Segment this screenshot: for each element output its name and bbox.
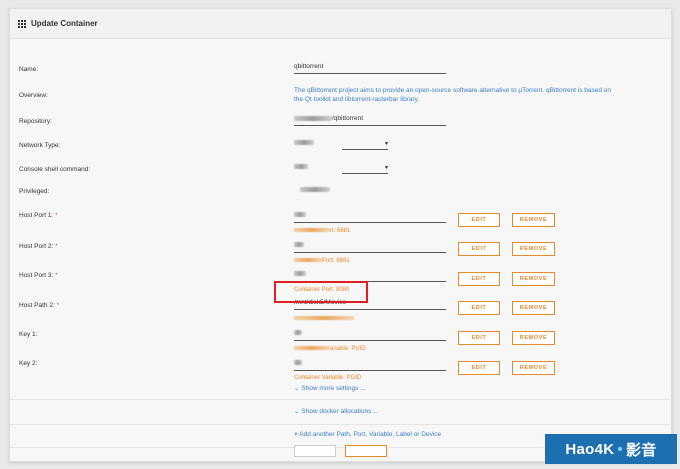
caret-down-icon: ▼ [384,141,389,147]
edit-button[interactable]: EDIT [458,272,500,286]
key-2-hint: Container Variable: PGID [294,375,362,381]
host-path-2-hint [294,316,354,322]
redacted-text [294,211,306,217]
network-type-label: Network Type: [19,142,61,149]
repository-input[interactable]: /qbittorrent [294,115,446,126]
divider [10,399,671,400]
redacted-text [294,163,308,169]
grid-icon [18,19,26,28]
edit-button[interactable]: EDIT [458,361,500,375]
edit-button[interactable]: EDIT [458,213,500,227]
divider [10,424,671,425]
redacted-text [294,359,302,365]
panel-title: Update Container [31,19,98,28]
redacted-text [294,241,304,247]
host-port-2-label: Host Port 2: * [19,243,58,250]
redacted-text [300,186,330,192]
host-port-2-hint: Port: 6881 [294,258,350,264]
key-2-input[interactable] [294,359,446,371]
network-type-select[interactable]: ▼ [294,139,389,150]
watermark-logo: Hao4K • 影音 [545,434,677,464]
redacted-text [294,115,332,121]
remove-button[interactable]: REMOVE [512,272,555,286]
chevron-down-icon: ⌄ [294,385,300,392]
redacted-text [294,329,302,335]
key-1-input[interactable] [294,329,446,341]
remove-button[interactable]: REMOVE [512,301,555,315]
remove-button[interactable]: REMOVE [512,242,555,256]
repository-label: Repository: [19,118,52,125]
name-label: Name: [19,66,39,73]
form-content: Name: qbittorrent Overview: The qBittorr… [10,39,671,461]
privileged-toggle[interactable] [300,186,330,193]
edit-button[interactable]: EDIT [458,331,500,345]
remove-button[interactable]: REMOVE [512,213,555,227]
edit-button[interactable]: EDIT [458,301,500,315]
update-container-panel: Update Container Name: qbittorrent Overv… [9,8,672,462]
redacted-text [294,139,314,145]
remove-button[interactable]: REMOVE [512,331,555,345]
key-1-hint: ariable: PUID [294,346,366,352]
overview-label: Overview: [19,92,48,99]
repository-value: /qbittorrent [332,115,364,122]
apply-button[interactable] [294,445,336,457]
plus-icon: + [294,431,298,438]
remove-button[interactable]: REMOVE [512,361,555,375]
highlight-box [274,281,368,303]
edit-button[interactable]: EDIT [458,242,500,256]
chevron-down-icon: ⌄ [294,408,300,415]
privileged-label: Privileged: [19,188,50,195]
console-select[interactable]: ▼ [294,163,389,174]
console-label: Console shell command: [19,166,91,173]
caret-down-icon: ▼ [384,165,389,171]
host-path-2-label: Host Path 2: * [19,302,60,309]
host-port-1-input[interactable] [294,211,446,223]
show-more-settings-link[interactable]: ⌄ Show more settings ... [294,384,366,392]
show-docker-allocations-link[interactable]: ⌄ Show docker allocations ... [294,407,379,415]
key-2-label: Key 2: [19,360,38,367]
key-1-label: Key 1: [19,331,38,338]
host-port-1-label: Host Port 1: * [19,212,58,219]
done-button[interactable] [345,445,387,457]
name-input[interactable]: qbittorrent [294,63,446,74]
overview-text: The qBittorrent project aims to provide … [294,87,611,103]
host-port-3-label: Host Port 3: * [19,272,58,279]
redacted-text [294,270,306,276]
host-port-1-hint: rt: 6881 [294,228,350,234]
add-another-link[interactable]: + Add another Path, Port, Variable, Labe… [294,431,441,438]
panel-header: Update Container [10,9,671,39]
host-port-2-input[interactable] [294,241,446,253]
